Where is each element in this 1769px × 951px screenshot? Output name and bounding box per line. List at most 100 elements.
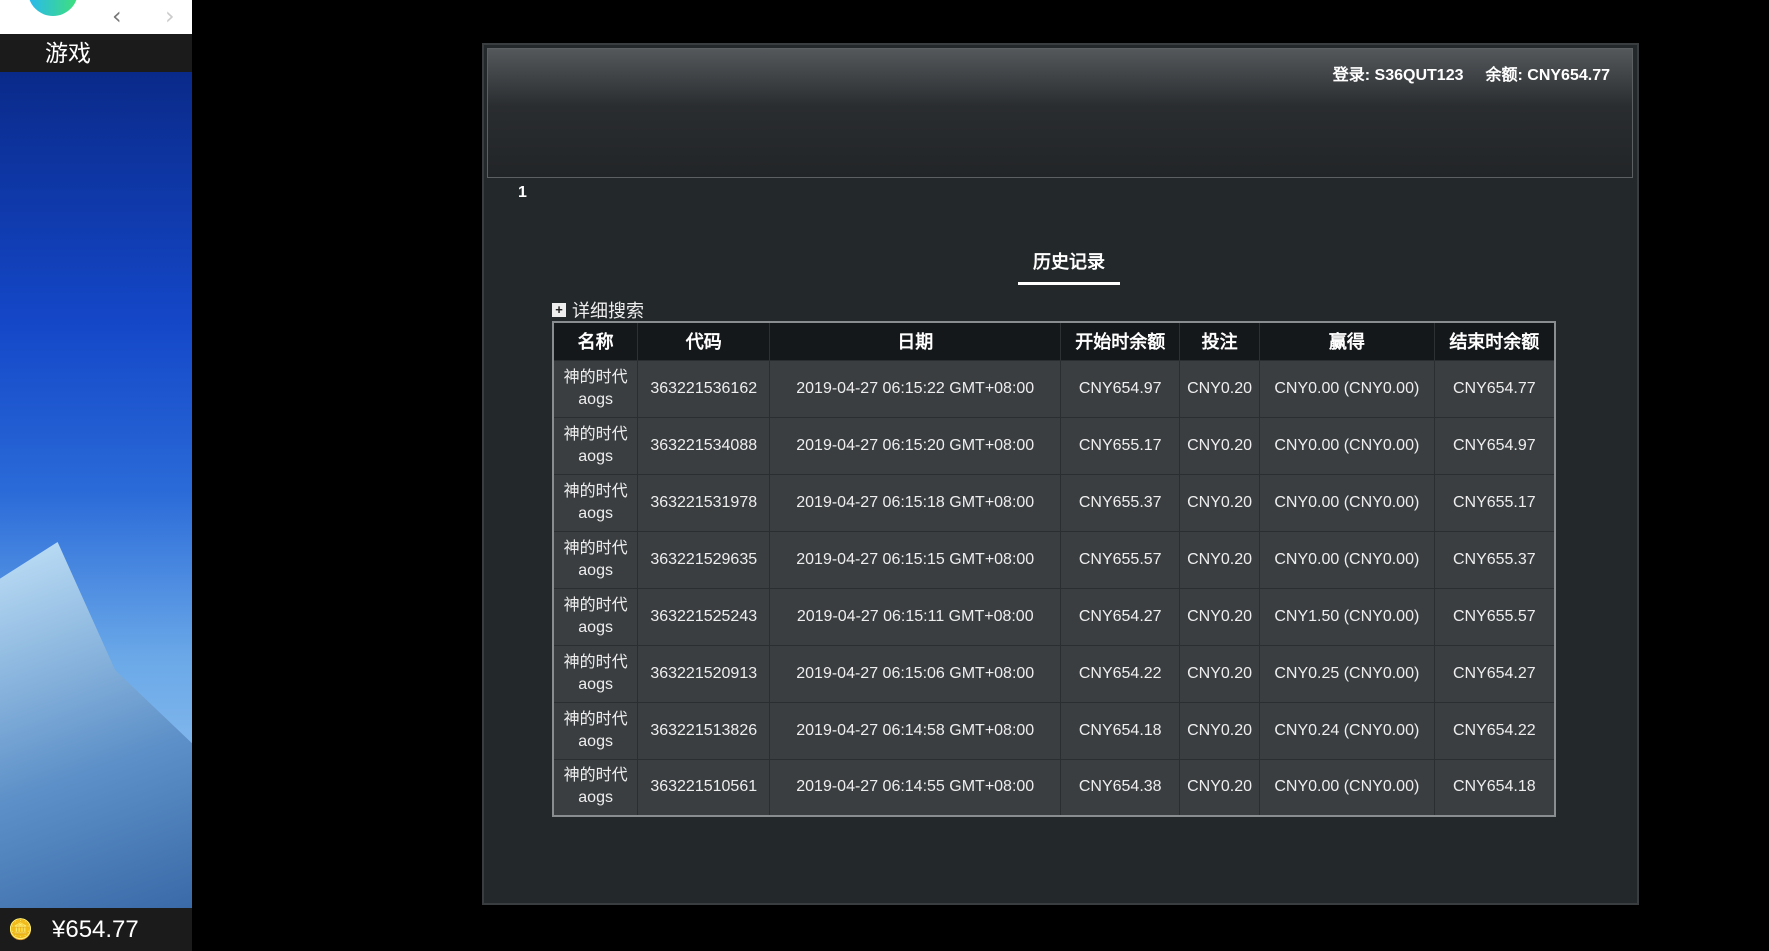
cell-code: 363221534088 xyxy=(637,416,771,474)
cell-name: 神的时代 aogs xyxy=(553,644,639,702)
cell-date: 2019-04-27 06:15:20 GMT+08:00 xyxy=(769,416,1062,474)
column-header: 日期 xyxy=(769,322,1062,360)
app-logo xyxy=(28,0,78,16)
advanced-search-label: 详细搜索 xyxy=(572,301,644,321)
cell-name: 神的时代 aogs xyxy=(553,416,639,474)
cell-end: CNY655.17 xyxy=(1434,473,1556,531)
cell-name: 神的时代 aogs xyxy=(553,758,639,816)
top-bar: ‹ › xyxy=(0,0,192,34)
game-name: 神的时代 xyxy=(563,425,628,443)
cell-win: CNY0.00 (CNY0.00) xyxy=(1259,473,1435,531)
table-row: 神的时代 aogs 363221534088 2019-04-27 06:15:20 … xyxy=(553,416,1556,474)
table-row: 神的时代 aogs 363221520913 2019-04-27 06:15:06 … xyxy=(553,644,1556,702)
cell-start: CNY654.18 xyxy=(1060,701,1181,759)
cell-end: CNY654.18 xyxy=(1434,758,1556,816)
advanced-search-toggle[interactable]: + 详细搜索 xyxy=(552,297,644,323)
wallet-amount: ¥654.77 xyxy=(52,916,139,943)
cell-bet: CNY0.20 xyxy=(1179,530,1261,588)
wallet-balance: 🪙 ¥654.77 xyxy=(0,908,192,951)
column-header: 名称 xyxy=(553,322,639,360)
cell-bet: CNY0.20 xyxy=(1179,701,1261,759)
history-table: 名称 代码 日期 开始时余额 投注 赢得 结束时余额 神的时代 aogs 36322153616… xyxy=(552,321,1556,817)
cell-end: CNY655.37 xyxy=(1434,530,1556,588)
table-row: 神的时代 aogs 363221531978 2019-04-27 06:15:18 … xyxy=(553,473,1556,531)
cell-win: CNY1.50 (CNY0.00) xyxy=(1259,587,1435,645)
game-name: 神的时代 xyxy=(563,482,628,500)
cell-date: 2019-04-27 06:14:58 GMT+08:00 xyxy=(769,701,1062,759)
cell-date: 2019-04-27 06:15:06 GMT+08:00 xyxy=(769,644,1062,702)
table-row: 神的时代 aogs 363221513826 2019-04-27 06:14:58 … xyxy=(553,701,1556,759)
game-name: 神的时代 xyxy=(563,368,628,386)
cell-start: CNY654.97 xyxy=(1060,359,1181,417)
page-number[interactable]: 1 xyxy=(518,184,527,202)
cell-bet: CNY0.20 xyxy=(1179,587,1261,645)
expand-plus-icon: + xyxy=(552,303,566,317)
game-code: aogs xyxy=(578,447,613,465)
cell-win: CNY0.25 (CNY0.00) xyxy=(1259,644,1435,702)
cell-code: 363221510561 xyxy=(637,758,771,816)
balance-info: 余额: CNY654.77 xyxy=(1485,67,1611,84)
cell-code: 363221520913 xyxy=(637,644,771,702)
panel-header: 登录: S36QUT123 余额: CNY654.77 xyxy=(487,48,1633,178)
table-row: 神的时代 aogs 363221536162 2019-04-27 06:15:22 … xyxy=(553,359,1556,417)
cell-code: 363221536162 xyxy=(637,359,771,417)
game-code: aogs xyxy=(578,618,613,636)
cell-win: CNY0.00 (CNY0.00) xyxy=(1259,359,1435,417)
cell-code: 363221525243 xyxy=(637,587,771,645)
column-header: 开始时余额 xyxy=(1060,322,1181,360)
sidebar: ‹ › 游戏 🪙 ¥654.77 xyxy=(0,0,192,951)
game-name: 神的时代 xyxy=(563,539,628,557)
column-header: 结束时余额 xyxy=(1434,322,1556,360)
game-name: 神的时代 xyxy=(563,767,628,785)
cell-bet: CNY0.20 xyxy=(1179,473,1261,531)
cell-end: CNY654.77 xyxy=(1434,359,1556,417)
cell-win: CNY0.24 (CNY0.00) xyxy=(1259,701,1435,759)
cell-bet: CNY0.20 xyxy=(1179,758,1261,816)
game-banner-image xyxy=(0,72,192,908)
cell-name: 神的时代 aogs xyxy=(553,587,639,645)
cell-start: CNY654.27 xyxy=(1060,587,1181,645)
game-code: aogs xyxy=(578,504,613,522)
column-header: 投注 xyxy=(1179,322,1261,360)
coins-icon: 🪙 xyxy=(8,919,33,941)
cell-bet: CNY0.20 xyxy=(1179,416,1261,474)
cell-date: 2019-04-27 06:14:55 GMT+08:00 xyxy=(769,758,1062,816)
cell-end: CNY654.27 xyxy=(1434,644,1556,702)
cell-bet: CNY0.20 xyxy=(1179,644,1261,702)
cell-start: CNY655.17 xyxy=(1060,416,1181,474)
cell-code: 363221531978 xyxy=(637,473,771,531)
cell-win: CNY0.00 (CNY0.00) xyxy=(1259,530,1435,588)
tab-history[interactable]: 历史记录 xyxy=(1018,248,1120,285)
cell-name: 神的时代 aogs xyxy=(553,701,639,759)
cell-end: CNY654.97 xyxy=(1434,416,1556,474)
forward-button[interactable]: › xyxy=(165,2,175,30)
cell-date: 2019-04-27 06:15:18 GMT+08:00 xyxy=(769,473,1062,531)
game-name: 神的时代 xyxy=(563,596,628,614)
column-header: 代码 xyxy=(637,322,771,360)
game-code: aogs xyxy=(578,561,613,579)
game-code: aogs xyxy=(578,789,613,807)
cell-code: 363221513826 xyxy=(637,701,771,759)
cell-start: CNY655.57 xyxy=(1060,530,1181,588)
game-name: 神的时代 xyxy=(563,653,628,671)
cell-win: CNY0.00 (CNY0.00) xyxy=(1259,416,1435,474)
cell-start: CNY655.37 xyxy=(1060,473,1181,531)
history-panel: 登录: S36QUT123 余额: CNY654.77 1 历史记录 + 详细搜索… xyxy=(482,43,1639,905)
cell-start: CNY654.22 xyxy=(1060,644,1181,702)
games-tab[interactable]: 游戏 xyxy=(0,34,192,72)
game-code: aogs xyxy=(578,675,613,693)
cell-end: CNY655.57 xyxy=(1434,587,1556,645)
cell-date: 2019-04-27 06:15:15 GMT+08:00 xyxy=(769,530,1062,588)
game-name: 神的时代 xyxy=(563,710,628,728)
back-button[interactable]: ‹ xyxy=(112,2,122,30)
cell-date: 2019-04-27 06:15:11 GMT+08:00 xyxy=(769,587,1062,645)
column-header: 赢得 xyxy=(1259,322,1435,360)
cell-name: 神的时代 aogs xyxy=(553,473,639,531)
cell-date: 2019-04-27 06:15:22 GMT+08:00 xyxy=(769,359,1062,417)
table-row: 神的时代 aogs 363221510561 2019-04-27 06:14:55 … xyxy=(553,758,1556,816)
cell-win: CNY0.00 (CNY0.00) xyxy=(1259,758,1435,816)
cell-end: CNY654.22 xyxy=(1434,701,1556,759)
cell-name: 神的时代 aogs xyxy=(553,359,639,417)
account-info: 登录: S36QUT123 余额: CNY654.77 xyxy=(1311,61,1610,85)
cell-code: 363221529635 xyxy=(637,530,771,588)
